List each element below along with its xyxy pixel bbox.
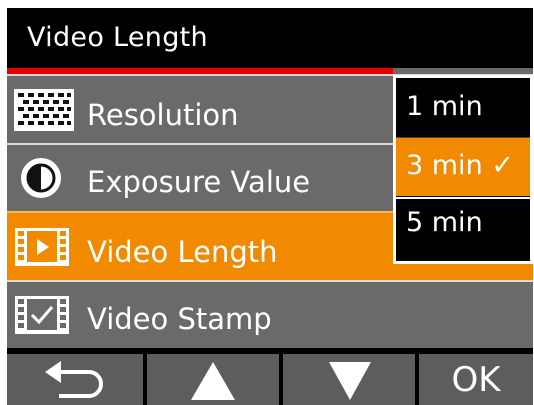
page-title: Video Length — [27, 22, 208, 53]
menu-item-label: Video Length — [87, 235, 278, 269]
option-label: 5 min — [406, 207, 483, 238]
bottom-nav-bar: OK — [7, 348, 533, 405]
menu-item-video-stamp[interactable]: Video Stamp — [7, 280, 533, 348]
up-triangle-icon — [191, 362, 235, 400]
menu-item-label: Exposure Value — [87, 165, 311, 199]
ok-label: OK — [451, 360, 501, 400]
down-button[interactable] — [283, 354, 415, 405]
down-triangle-icon — [329, 362, 371, 400]
option-1-min[interactable]: 1 min — [396, 79, 530, 137]
menu-item-label: Resolution — [87, 98, 239, 132]
resolution-icon — [14, 89, 74, 131]
exposure-icon — [21, 158, 61, 198]
video-length-options-popup: 1 min 3 min ✓ 5 min — [393, 75, 533, 264]
option-3-min[interactable]: 3 min ✓ — [396, 138, 530, 196]
up-button[interactable] — [147, 354, 279, 405]
option-label: 3 min ✓ — [406, 150, 514, 181]
back-button[interactable] — [7, 354, 143, 405]
menu-item-label: Video Stamp — [87, 302, 272, 336]
option-label: 1 min — [406, 91, 483, 122]
title-bar: Video Length — [7, 8, 533, 68]
film-icon — [15, 228, 69, 266]
stamp-icon — [15, 296, 69, 334]
back-arrow-icon — [45, 361, 103, 398]
ok-button[interactable]: OK — [419, 354, 533, 405]
camera-screen: Video Length Resolution Exposure Value V… — [7, 8, 533, 405]
option-5-min[interactable]: 5 min — [396, 199, 530, 257]
